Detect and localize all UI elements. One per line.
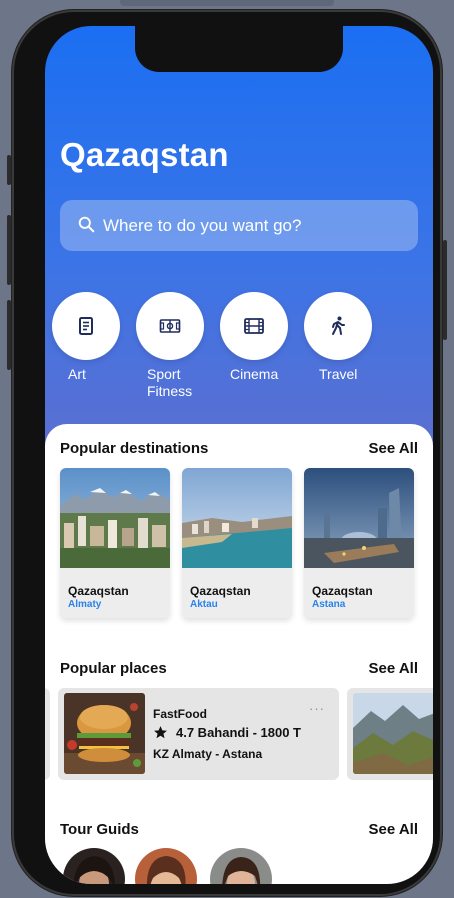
side-button <box>443 240 447 340</box>
place-route: KZ Almaty - Astana <box>153 747 263 761</box>
see-all-guides-button[interactable]: See All <box>369 821 418 838</box>
destination-city: Astana <box>312 599 346 610</box>
see-all-places-button[interactable]: See All <box>369 660 418 677</box>
side-button <box>7 300 11 370</box>
popular-destinations-header: Popular destinations See All <box>60 440 418 457</box>
burger-image <box>64 693 145 774</box>
side-button <box>7 155 11 185</box>
mountain-image <box>353 693 433 774</box>
destination-card[interactable]: Qazaqstan Almaty <box>60 468 170 618</box>
place-rating: 4.7 Bahandi - 1800 T <box>153 725 301 740</box>
destination-name: Qazaqstan <box>312 584 373 598</box>
section-title: Popular places <box>60 660 167 677</box>
place-card[interactable] <box>347 688 433 780</box>
tour-guides-header: Tour Guids See All <box>60 821 418 838</box>
section-title: Tour Guids <box>60 821 139 838</box>
film-icon <box>244 318 264 334</box>
destination-city: Aktau <box>190 599 218 610</box>
more-options-icon[interactable]: ··· <box>309 701 325 716</box>
see-all-destinations-button[interactable]: See All <box>369 440 418 457</box>
category-label: Travel <box>319 366 358 382</box>
category-art[interactable]: Art <box>52 292 120 383</box>
search-icon <box>78 216 95 233</box>
page-title: Qazaqstan <box>60 136 229 173</box>
category-travel[interactable]: Travel <box>304 292 372 383</box>
search-bar[interactable]: Where to do you want go? <box>60 200 418 251</box>
place-card[interactable]: FastFood ··· 4.7 Bahandi - 1800 T KZ Alm… <box>58 688 339 780</box>
app-screen: Qazaqstan Where to do you want go? Art S… <box>45 26 433 884</box>
stadium-icon <box>159 319 181 333</box>
destination-card[interactable]: Qazaqstan Aktau <box>182 468 292 618</box>
destination-image <box>60 468 170 568</box>
phone-frame: Qazaqstan Where to do you want go? Art S… <box>7 10 447 896</box>
category-sport-circle[interactable] <box>136 292 204 360</box>
section-title: Popular destinations <box>60 440 209 457</box>
destination-image <box>182 468 292 568</box>
category-travel-circle[interactable] <box>304 292 372 360</box>
document-icon <box>79 317 93 335</box>
destination-name: Qazaqstan <box>68 584 129 598</box>
category-label: Art <box>68 366 86 382</box>
destination-name: Qazaqstan <box>190 584 251 598</box>
place-card-previous[interactable] <box>45 688 50 780</box>
category-row: Art Sport Fitness Cinema Travel <box>52 292 432 412</box>
avatar[interactable] <box>135 848 197 884</box>
popular-places-header: Popular places See All <box>60 660 418 677</box>
star-icon <box>154 726 167 739</box>
category-label: Sport Fitness <box>147 366 193 399</box>
destination-card[interactable]: Qazaqstan Astana <box>304 468 414 618</box>
destination-city: Almaty <box>68 599 102 610</box>
category-art-circle[interactable] <box>52 292 120 360</box>
avatar[interactable] <box>63 848 125 884</box>
place-type: FastFood <box>153 707 207 721</box>
side-button <box>7 215 11 285</box>
search-placeholder: Where to do you want go? <box>103 216 302 235</box>
destination-image <box>304 468 414 568</box>
avatar[interactable] <box>210 848 272 884</box>
walking-person-icon <box>332 316 345 335</box>
notch <box>135 26 343 72</box>
category-cinema-circle[interactable] <box>220 292 288 360</box>
place-rating-text: 4.7 Bahandi - 1800 T <box>176 725 301 740</box>
category-cinema[interactable]: Cinema <box>220 292 288 383</box>
category-label: Cinema <box>230 366 279 382</box>
tour-guides-row <box>45 848 433 884</box>
content-sheet: Popular destinations See All Qazaqstan A… <box>45 424 433 884</box>
top-strip <box>120 0 334 6</box>
popular-places-row: FastFood ··· 4.7 Bahandi - 1800 T KZ Alm… <box>45 688 433 782</box>
category-sport[interactable]: Sport Fitness <box>136 292 204 400</box>
